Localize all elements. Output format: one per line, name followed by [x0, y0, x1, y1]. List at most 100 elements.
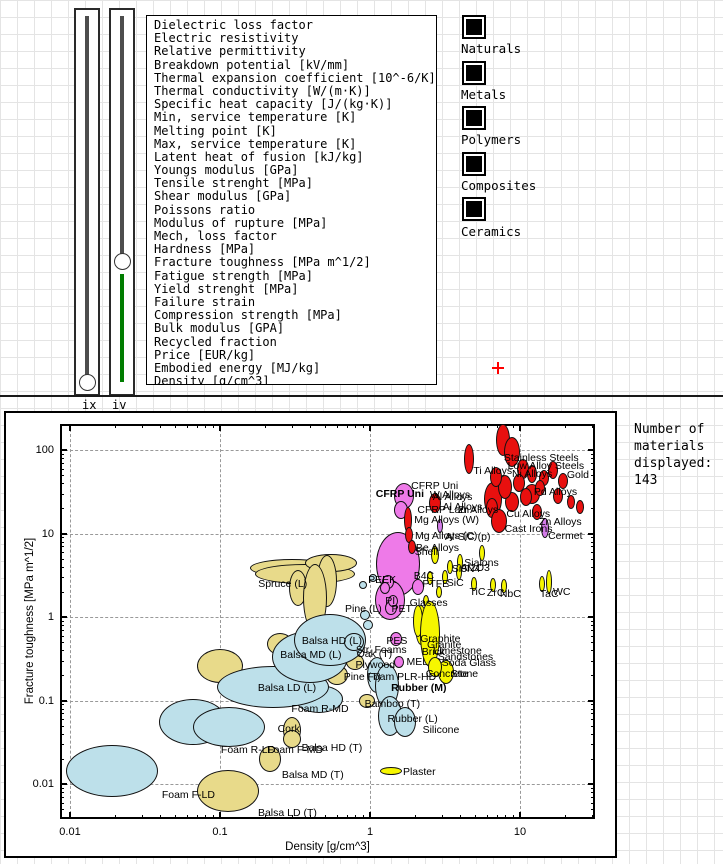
property-list-item[interactable]: Min, service temperature [K]: [154, 111, 436, 124]
property-list-item[interactable]: Breakdown potential [kV/mm]: [154, 59, 436, 72]
y-minor-tick: [591, 458, 595, 459]
checkbox-polymers[interactable]: [462, 106, 486, 130]
y-minor-tick: [591, 661, 595, 662]
y-minor-tick: [591, 630, 595, 631]
material-label: Foam R-MD: [291, 703, 348, 715]
y-minor-tick: [591, 475, 595, 476]
y-minor-tick: [591, 792, 595, 793]
material-label: Pd Alloys: [534, 486, 577, 498]
property-list-item[interactable]: Shear modulus [GPa]: [154, 190, 436, 203]
material-label: NbC: [500, 588, 521, 600]
y-minor-tick: [60, 546, 64, 547]
checkbox-naturals[interactable]: [462, 15, 486, 39]
material-label: Cermet: [548, 530, 582, 542]
property-list-item[interactable]: Density [g/cm^3]: [154, 375, 436, 385]
y-minor-tick: [591, 621, 595, 622]
x-minor-tick: [187, 424, 188, 428]
material-label: WC: [553, 586, 571, 598]
y-major-tick: [60, 616, 67, 618]
left-slider-thumb[interactable]: [79, 374, 96, 391]
y-minor-tick: [591, 425, 595, 426]
property-list-item[interactable]: Melting point [K]: [154, 125, 436, 138]
material-label: Balsa LD (T): [258, 807, 317, 819]
material-label: Foam F-LD: [162, 789, 215, 801]
property-list-item[interactable]: Fracture toughness [MPa m^1/2]: [154, 256, 436, 269]
y-minor-tick: [60, 788, 64, 789]
material-bubble: [193, 707, 265, 747]
y-major-tick: [588, 700, 595, 702]
y-minor-tick: [60, 454, 64, 455]
checkbox-metals[interactable]: [462, 61, 486, 85]
y-minor-tick: [60, 494, 64, 495]
material-label: Foam F-MD: [267, 744, 323, 756]
y-minor-tick: [591, 704, 595, 705]
right-slider-thumb[interactable]: [114, 253, 131, 270]
y-major-tick: [60, 783, 67, 785]
property-list-item[interactable]: Recycled fraction: [154, 336, 436, 349]
y-minor-tick: [60, 817, 64, 818]
y-minor-tick: [591, 726, 595, 727]
property-list-item[interactable]: Max, service temperature [K]: [154, 138, 436, 151]
x-minor-tick: [265, 424, 266, 428]
x-minor-tick: [347, 424, 348, 428]
x-minor-tick: [142, 424, 143, 428]
property-list-item[interactable]: Price [EUR/kg]: [154, 349, 436, 362]
y-minor-tick: [60, 704, 64, 705]
x-tick-label: 0.01: [48, 826, 92, 838]
property-list-item[interactable]: Thermal expansion coefficient [10^-6/K]: [154, 72, 436, 85]
y-major-tick: [588, 783, 595, 785]
property-listbox[interactable]: Dielectric loss factorElectric resistivi…: [146, 15, 437, 385]
y-minor-tick: [60, 559, 64, 560]
y-minor-tick: [60, 469, 64, 470]
y-minor-tick: [60, 636, 64, 637]
x-minor-tick: [475, 815, 476, 819]
y-minor-tick: [591, 675, 595, 676]
y-major-tick: [588, 533, 595, 535]
left-slider[interactable]: [74, 8, 100, 396]
x-minor-tick: [205, 424, 206, 428]
property-list-item[interactable]: Poissons ratio: [154, 204, 436, 217]
left-slider-track[interactable]: [85, 16, 89, 378]
y-minor-tick: [60, 734, 64, 735]
right-slider-green-track[interactable]: [120, 274, 124, 382]
x-minor-tick: [310, 424, 311, 428]
y-minor-tick: [60, 642, 64, 643]
material-label: B4C: [414, 570, 434, 582]
y-minor-tick: [60, 483, 64, 484]
y-minor-tick: [591, 744, 595, 745]
y-minor-tick: [591, 567, 595, 568]
y-minor-tick: [60, 744, 64, 745]
property-list-item[interactable]: Bulk modulus [GPA]: [154, 322, 436, 335]
checkbox-polymers-label: Polymers: [461, 133, 521, 147]
property-list-item[interactable]: Fatigue strength [MPa]: [154, 270, 436, 283]
y-minor-tick: [591, 469, 595, 470]
y-minor-tick: [591, 734, 595, 735]
property-list-item[interactable]: Yield strenght [MPa]: [154, 283, 436, 296]
x-major-tick: [219, 424, 221, 431]
x-minor-tick: [213, 424, 214, 428]
y-major-tick: [60, 700, 67, 702]
right-slider[interactable]: [109, 8, 135, 396]
checkbox-composites[interactable]: [462, 152, 486, 176]
y-minor-tick: [60, 425, 64, 426]
right-slider-track[interactable]: [120, 16, 124, 260]
x-minor-tick: [415, 815, 416, 819]
y-minor-tick: [591, 494, 595, 495]
material-bubble: [380, 767, 402, 775]
y-minor-tick: [591, 650, 595, 651]
material-label: TiC: [470, 586, 486, 598]
y-minor-tick: [591, 636, 595, 637]
x-minor-tick: [175, 424, 176, 428]
x-major-tick: [519, 812, 521, 819]
checkbox-composites-label: Composites: [461, 179, 536, 193]
x-minor-tick: [565, 424, 566, 428]
property-list-item[interactable]: Relative permittivity: [154, 45, 436, 58]
x-minor-tick: [160, 424, 161, 428]
y-minor-tick: [60, 792, 64, 793]
x-minor-tick: [513, 424, 514, 428]
y-minor-tick: [60, 759, 64, 760]
x-gridline: [220, 424, 221, 819]
checkbox-ceramics[interactable]: [462, 197, 486, 221]
x-minor-tick: [175, 815, 176, 819]
y-major-tick: [60, 449, 67, 451]
